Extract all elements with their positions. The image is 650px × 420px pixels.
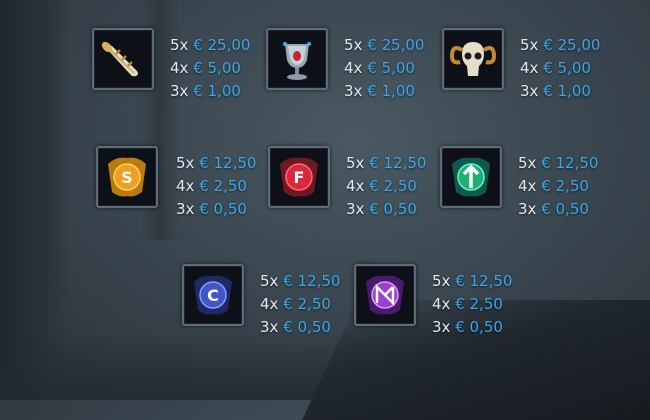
- svg-text:S: S: [121, 168, 133, 187]
- pay-amount: € 2,50: [283, 295, 331, 313]
- pay-amount: € 1,00: [193, 82, 241, 100]
- pay-count: 4x: [344, 59, 363, 77]
- pay-count: 3x: [344, 82, 363, 100]
- background-ground: [0, 330, 650, 400]
- pay-row-4: 4x € 2,50: [176, 175, 256, 198]
- pay-row-5: 5x € 25,00: [344, 34, 424, 57]
- pay-row-3: 3x € 0,50: [518, 198, 598, 221]
- ram-skull-icon: [442, 28, 504, 90]
- pay-row-5: 5x € 12,50: [260, 270, 340, 293]
- pay-values: 5x € 25,00 4x € 5,00 3x € 1,00: [344, 34, 424, 103]
- pay-count: 5x: [346, 154, 365, 172]
- pay-row-3: 3x € 0,50: [176, 198, 256, 221]
- pay-amount: € 25,00: [193, 36, 251, 54]
- pay-amount: € 2,50: [199, 177, 247, 195]
- pay-row-3: 3x € 0,50: [432, 316, 512, 339]
- pay-values: 5x € 12,50 4x € 2,50 3x € 0,50: [432, 270, 512, 339]
- pay-amount: € 5,00: [367, 59, 415, 77]
- red-rune-icon: F: [268, 146, 330, 208]
- pay-row-4: 4x € 2,50: [518, 175, 598, 198]
- pay-count: 4x: [176, 177, 195, 195]
- pay-count: 3x: [170, 82, 189, 100]
- pay-count: 3x: [432, 318, 451, 336]
- pay-amount: € 1,00: [367, 82, 415, 100]
- pay-count: 4x: [260, 295, 279, 313]
- pay-amount: € 25,00: [543, 36, 601, 54]
- pay-amount: € 0,50: [541, 200, 589, 218]
- pay-count: 5x: [520, 36, 539, 54]
- pay-row-3: 3x € 1,00: [170, 80, 250, 103]
- pay-amount: € 0,50: [199, 200, 247, 218]
- pay-amount: € 12,50: [541, 154, 599, 172]
- pay-row-5: 5x € 25,00: [520, 34, 600, 57]
- green-rune-icon: [440, 146, 502, 208]
- pay-row-5: 5x € 25,00: [170, 34, 250, 57]
- pay-amount: € 12,50: [369, 154, 427, 172]
- pay-count: 5x: [518, 154, 537, 172]
- purple-rune-icon: [354, 264, 416, 326]
- gold-rune-icon: S: [96, 146, 158, 208]
- pay-row-4: 4x € 2,50: [346, 175, 426, 198]
- pay-amount: € 12,50: [455, 272, 513, 290]
- pay-values: 5x € 12,50 4x € 2,50 3x € 0,50: [346, 152, 426, 221]
- pay-count: 3x: [518, 200, 537, 218]
- pay-values: 5x € 25,00 4x € 5,00 3x € 1,00: [170, 34, 250, 103]
- pay-amount: € 5,00: [193, 59, 241, 77]
- pay-count: 4x: [432, 295, 451, 313]
- pay-count: 3x: [520, 82, 539, 100]
- pay-row-3: 3x € 1,00: [520, 80, 600, 103]
- pay-amount: € 1,00: [543, 82, 591, 100]
- pay-row-5: 5x € 12,50: [518, 152, 598, 175]
- pay-row-4: 4x € 2,50: [432, 293, 512, 316]
- svg-text:C: C: [207, 286, 219, 305]
- pay-amount: € 0,50: [369, 200, 417, 218]
- pay-amount: € 2,50: [369, 177, 417, 195]
- pay-amount: € 0,50: [283, 318, 331, 336]
- pay-amount: € 12,50: [199, 154, 257, 172]
- background-tree-trunk: [0, 0, 70, 400]
- pay-row-5: 5x € 12,50: [176, 152, 256, 175]
- chalice-icon: [266, 28, 328, 90]
- pay-values: 5x € 12,50 4x € 2,50 3x € 0,50: [176, 152, 256, 221]
- drinking-horn-icon: [92, 28, 154, 90]
- pay-values: 5x € 25,00 4x € 5,00 3x € 1,00: [520, 34, 600, 103]
- pay-count: 3x: [346, 200, 365, 218]
- pay-count: 5x: [260, 272, 279, 290]
- pay-amount: € 2,50: [541, 177, 589, 195]
- pay-row-4: 4x € 5,00: [344, 57, 424, 80]
- pay-amount: € 25,00: [367, 36, 425, 54]
- pay-row-3: 3x € 0,50: [260, 316, 340, 339]
- pay-count: 5x: [170, 36, 189, 54]
- pay-count: 4x: [346, 177, 365, 195]
- pay-count: 5x: [432, 272, 451, 290]
- pay-row-4: 4x € 2,50: [260, 293, 340, 316]
- svg-text:F: F: [294, 168, 305, 187]
- pay-count: 3x: [176, 200, 195, 218]
- pay-values: 5x € 12,50 4x € 2,50 3x € 0,50: [260, 270, 340, 339]
- pay-count: 4x: [520, 59, 539, 77]
- pay-row-5: 5x € 12,50: [432, 270, 512, 293]
- pay-amount: € 2,50: [455, 295, 503, 313]
- pay-count: 3x: [260, 318, 279, 336]
- pay-row-5: 5x € 12,50: [346, 152, 426, 175]
- pay-row-4: 4x € 5,00: [520, 57, 600, 80]
- pay-amount: € 12,50: [283, 272, 341, 290]
- pay-row-3: 3x € 0,50: [346, 198, 426, 221]
- blue-rune-icon: C: [182, 264, 244, 326]
- pay-row-3: 3x € 1,00: [344, 80, 424, 103]
- pay-count: 4x: [170, 59, 189, 77]
- pay-values: 5x € 12,50 4x € 2,50 3x € 0,50: [518, 152, 598, 221]
- pay-amount: € 5,00: [543, 59, 591, 77]
- pay-count: 5x: [344, 36, 363, 54]
- pay-row-4: 4x € 5,00: [170, 57, 250, 80]
- pay-amount: € 0,50: [455, 318, 503, 336]
- pay-count: 5x: [176, 154, 195, 172]
- pay-count: 4x: [518, 177, 537, 195]
